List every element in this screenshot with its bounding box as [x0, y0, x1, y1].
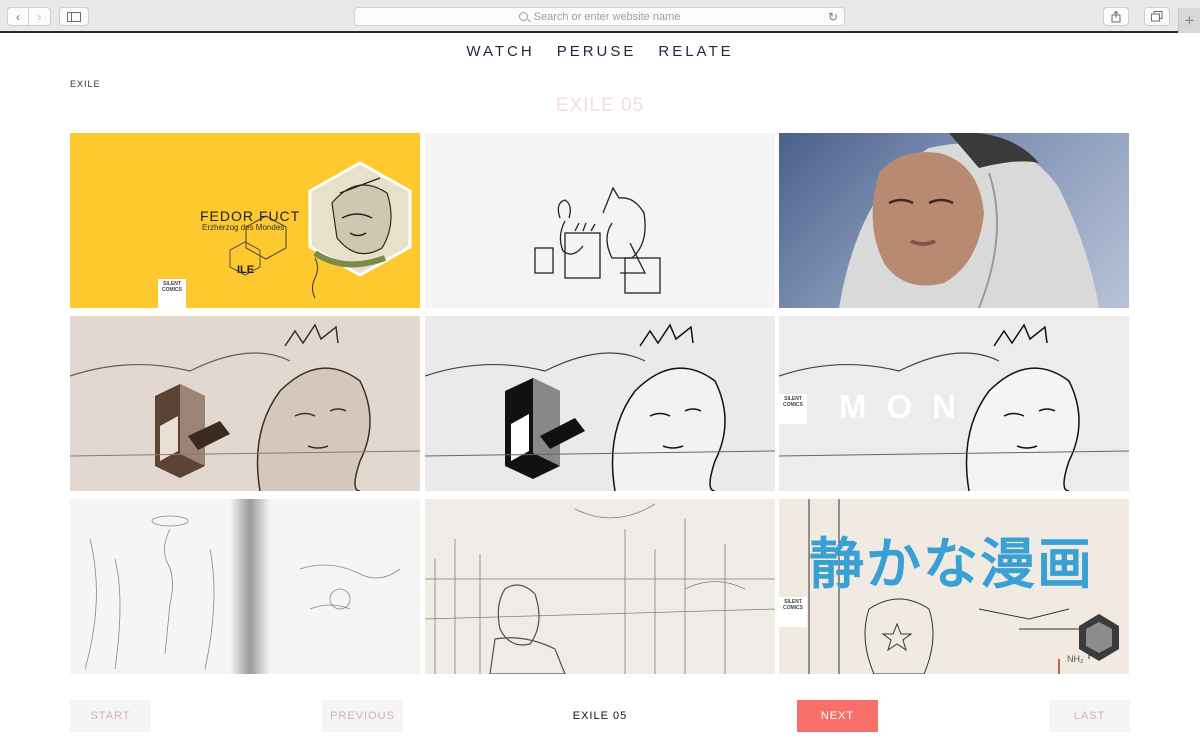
portrait-painting	[839, 133, 1099, 308]
forward-icon: ›	[37, 9, 42, 24]
gallery-tile-portrait-watercolor[interactable]	[779, 133, 1129, 308]
comic-title: FEDOR FUCT	[200, 208, 301, 224]
address-placeholder: Search or enter website name	[533, 10, 681, 23]
silent-comics-badge: SILENT COMICS	[158, 279, 186, 308]
sidebar-icon	[67, 11, 81, 22]
manga-kanji-title: 静かな漫画	[809, 533, 1095, 595]
bw-illustration	[424, 323, 775, 491]
mon-title: MON	[839, 388, 976, 425]
current-page-label: EXILE 05	[572, 710, 628, 722]
previous-button[interactable]: PREVIOUS	[322, 700, 403, 732]
forward-button[interactable]: ›	[29, 7, 51, 26]
history-nav: ‹ ›	[7, 7, 51, 26]
sidebar-toggle-button[interactable]	[59, 7, 89, 26]
chess-rabbit-sketch	[533, 186, 661, 294]
pagination: START PREVIOUS EXILE 05 NEXT LAST	[0, 700, 1200, 732]
nav-watch[interactable]: WATCH	[466, 43, 534, 60]
site-nav: WATCH PERUSE RELATE	[0, 43, 1200, 60]
silent-comics-badge: SILENT COMICS	[779, 597, 807, 627]
gallery-tile-exile-sepia[interactable]	[70, 316, 420, 491]
gallery-tile-fedor-fuct[interactable]: ILE FEDOR FUCT Erzherzog des Mondes SILE…	[70, 133, 420, 308]
new-tab-button[interactable]: +	[1178, 8, 1200, 33]
forest-sketch	[84, 499, 401, 674]
gallery-tile-silent-manga[interactable]: NH₂ 静かな漫画 SILENT COMICS	[779, 499, 1129, 674]
back-button[interactable]: ‹	[7, 7, 29, 26]
svg-text:NH₂: NH₂	[1067, 654, 1084, 664]
svg-text:ILE: ILE	[237, 264, 254, 276]
address-bar[interactable]: Search or enter website name ↻	[354, 7, 845, 26]
page-title: EXILE 05	[555, 95, 645, 116]
share-icon	[1111, 10, 1121, 22]
gallery-tile-exile-bw[interactable]	[424, 316, 775, 491]
city-sketch	[424, 503, 775, 674]
reload-icon[interactable]: ↻	[828, 10, 838, 24]
tab-overview-button[interactable]	[1144, 7, 1170, 26]
nav-peruse[interactable]: PERUSE	[557, 43, 637, 60]
tabs-icon	[1151, 11, 1163, 22]
back-icon: ‹	[16, 9, 20, 24]
gallery-tile-chess-sketch[interactable]	[424, 133, 775, 308]
browser-toolbar: ‹ › Search or enter website name ↻ +	[0, 0, 1200, 33]
share-button[interactable]	[1103, 7, 1129, 26]
gallery-tile-city-sketch[interactable]	[424, 499, 775, 674]
search-icon	[518, 12, 528, 21]
start-button[interactable]: START	[70, 700, 151, 732]
nav-relate[interactable]: RELATE	[658, 43, 733, 60]
last-button[interactable]: LAST	[1049, 700, 1130, 732]
sepia-illustration	[70, 323, 420, 491]
gallery-tile-mon[interactable]: MON SILENT COMICS	[779, 316, 1129, 491]
gallery-grid: ILE FEDOR FUCT Erzherzog des Mondes SILE…	[70, 133, 1129, 674]
breadcrumb[interactable]: EXILE	[70, 79, 101, 89]
gallery-tile-forest-sketch[interactable]	[70, 499, 420, 674]
silent-comics-badge: SILENT COMICS	[779, 394, 807, 424]
comic-subtitle: Erzherzog des Mondes	[202, 223, 285, 232]
plus-icon: +	[1184, 10, 1195, 30]
next-button[interactable]: NEXT	[797, 700, 878, 732]
